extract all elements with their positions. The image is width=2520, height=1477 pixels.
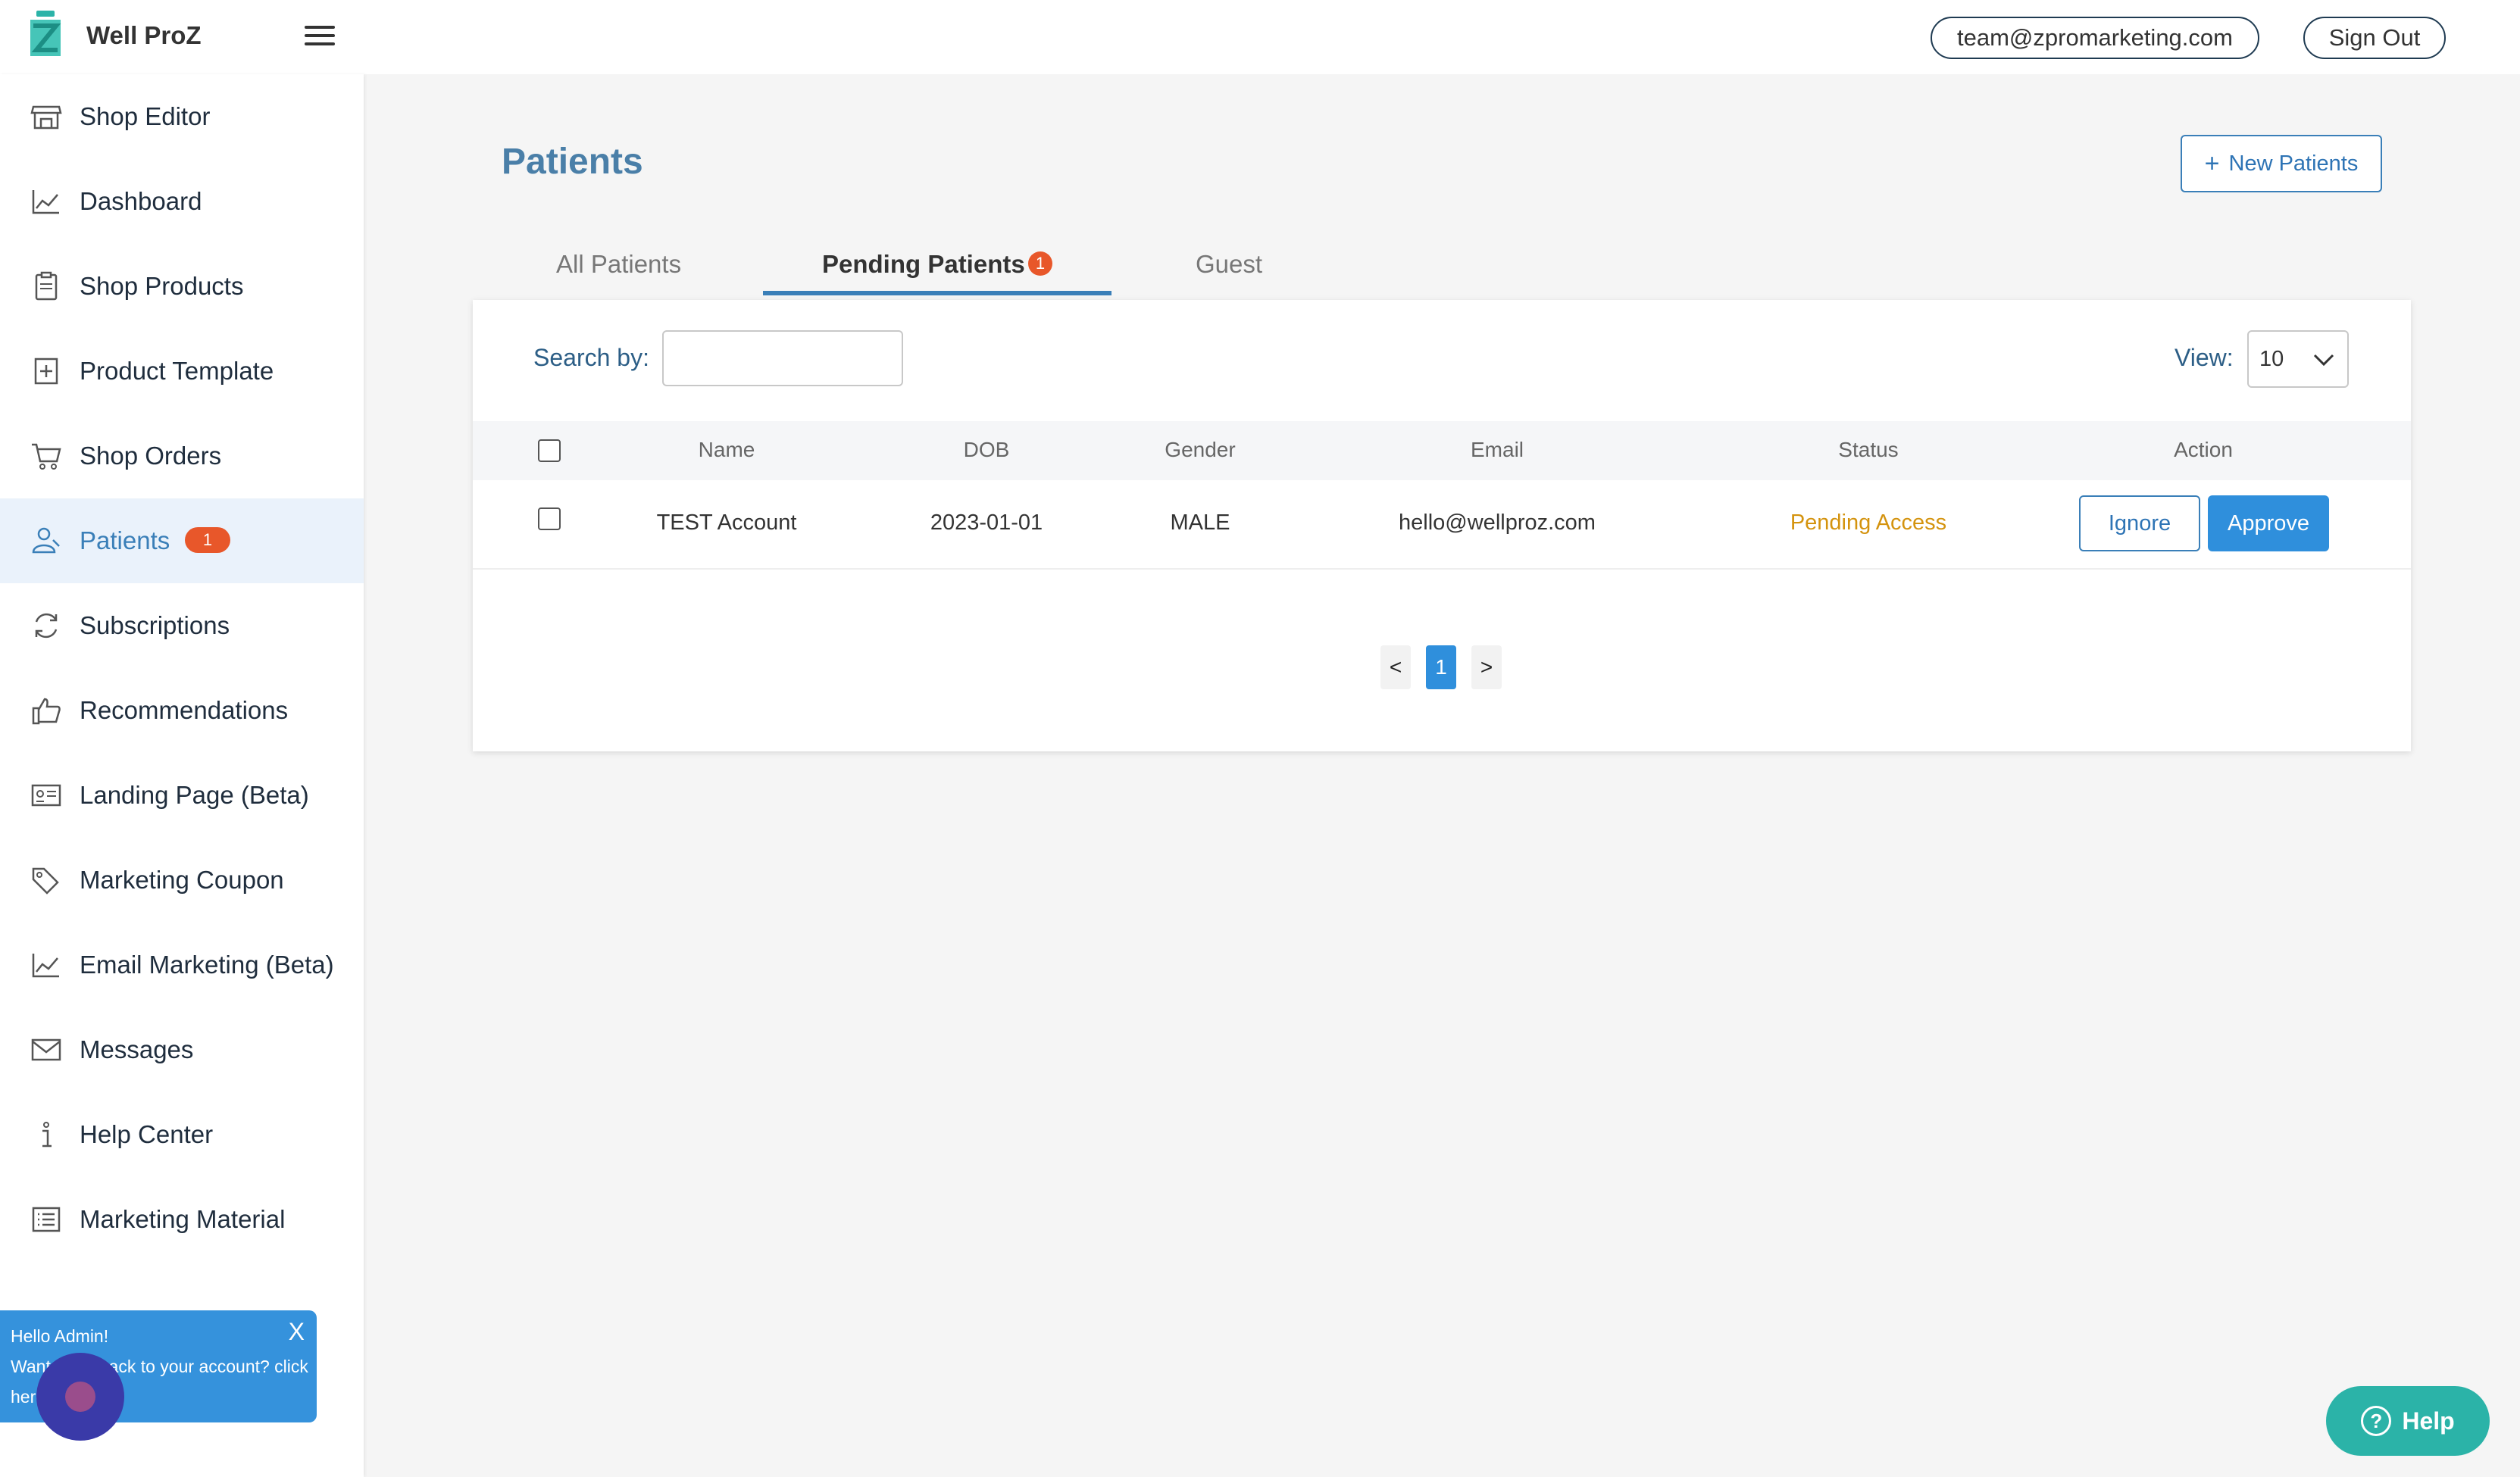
plus-icon: + [2204,148,2220,178]
sidebar-item-label: Patients [80,526,170,554]
row-checkbox[interactable] [538,507,561,530]
sidebar-item-recommendations[interactable]: Recommendations [0,668,364,753]
menu-toggle-icon[interactable] [305,26,335,48]
pagination-prev-button[interactable]: < [1380,645,1411,689]
storefront-icon [29,99,64,134]
top-bar: Well ProZ team@zpromarketing.com Sign Ou… [0,0,2520,74]
chevron-down-icon [2313,354,2334,367]
new-patients-button[interactable]: + New Patients [2181,135,2382,192]
help-label: Help [2402,1407,2455,1435]
approve-button[interactable]: Approve [2208,495,2329,551]
thumbs-up-icon [29,693,64,728]
sidebar-item-patients[interactable]: Patients 1 [0,498,364,583]
id-card-icon [29,778,64,813]
sign-out-button[interactable]: Sign Out [2303,17,2446,59]
patients-table-card: Search by: View: 10 Name DOB Gender Emai… [473,300,2411,751]
sidebar-item-label: Recommendations [80,696,289,724]
sidebar-item-label: Help Center [80,1120,214,1148]
pagination-page-button[interactable]: 1 [1426,645,1456,689]
column-header-action: Action [2174,438,2233,461]
chat-avatar-icon [65,1382,95,1412]
table-header: Name DOB Gender Email Status Action [473,421,2411,480]
patient-gender: MALE [1170,511,1230,535]
sidebar-item-label: Landing Page (Beta) [80,781,309,809]
page-size-value: 10 [2259,347,2284,371]
cart-icon [29,439,64,473]
help-button[interactable]: ? Help [2326,1386,2490,1456]
table-row: TEST Account 2023-01-01 MALE hello@wellp… [473,480,2411,570]
sidebar-item-help-center[interactable]: Help Center [0,1092,364,1177]
sidebar-item-marketing-coupon[interactable]: Marketing Coupon [0,838,364,923]
tab-all-patients[interactable]: All Patients [556,250,681,279]
column-header-email[interactable]: Email [1471,438,1524,462]
tags-icon [29,863,64,898]
add-box-icon [29,354,64,389]
sidebar-item-shop-products[interactable]: Shop Products [0,244,364,329]
sidebar-item-shop-editor[interactable]: Shop Editor [0,74,364,159]
pagination-next-button[interactable]: > [1471,645,1502,689]
search-label: Search by: [533,344,649,371]
clipboard-icon [29,269,64,304]
account-email[interactable]: team@zpromarketing.com [1931,17,2259,59]
sidebar-item-product-template[interactable]: Product Template [0,329,364,414]
sidebar-item-subscriptions[interactable]: Subscriptions [0,583,364,668]
new-patients-label: New Patients [2228,151,2359,176]
column-header-dob[interactable]: DOB [964,438,1010,462]
select-all-checkbox[interactable] [538,439,561,462]
search-input[interactable] [662,330,903,386]
chat-launcher-button[interactable] [36,1353,124,1441]
sidebar-item-email-marketing[interactable]: Email Marketing (Beta) [0,923,364,1007]
patient-name: TEST Account [656,511,797,535]
brand-name: Well ProZ [86,21,202,49]
sidebar-item-shop-orders[interactable]: Shop Orders [0,414,364,498]
sidebar-item-label: Shop Editor [80,102,211,130]
status-badge: Pending Access [1790,511,1947,535]
view-label: View: [2175,344,2234,371]
patient-email: hello@wellproz.com [1399,511,1596,535]
sidebar-item-label: Dashboard [80,187,202,215]
users-icon [29,523,64,558]
logo-icon [30,11,61,56]
patient-dob: 2023-01-01 [930,511,1043,535]
sidebar-item-label: Subscriptions [80,611,230,639]
list-icon [29,1202,64,1237]
column-header-status[interactable]: Status [1838,438,1898,462]
sidebar-item-label: Marketing Material [80,1205,286,1233]
chart-line-icon [29,948,64,982]
sidebar: Shop Editor Dashboard Shop Products Prod… [0,74,364,1477]
sidebar-item-marketing-material[interactable]: Marketing Material [0,1177,364,1262]
question-icon: ? [2361,1406,2392,1436]
sidebar-item-messages[interactable]: Messages [0,1007,364,1092]
ignore-button[interactable]: Ignore [2079,495,2200,551]
page-title: Patients [502,142,643,182]
column-header-gender[interactable]: Gender [1165,438,1235,462]
envelope-icon [29,1032,64,1067]
pending-count-badge: 1 [1028,251,1052,276]
sidebar-item-label: Marketing Coupon [80,866,284,894]
column-header-name[interactable]: Name [699,438,755,462]
sidebar-item-label: Email Marketing (Beta) [80,951,334,979]
tab-guest[interactable]: Guest [1196,250,1262,279]
sidebar-item-landing-page[interactable]: Landing Page (Beta) [0,753,364,838]
tab-pending-patients[interactable]: Pending Patients [822,250,1025,279]
info-icon [29,1117,64,1152]
close-icon[interactable]: X [289,1318,305,1346]
popup-greeting: Hello Admin! [11,1326,109,1346]
active-tab-indicator [763,291,1111,295]
sidebar-item-label: Messages [80,1035,194,1063]
sidebar-item-label: Product Template [80,357,274,385]
chart-line-icon [29,184,64,219]
sidebar-item-label: Shop Products [80,272,244,300]
page-size-select[interactable]: 10 [2247,330,2349,388]
sidebar-item-dashboard[interactable]: Dashboard [0,159,364,244]
refresh-icon [29,608,64,643]
sidebar-item-label: Shop Orders [80,442,222,470]
patients-count-badge: 1 [185,527,230,553]
